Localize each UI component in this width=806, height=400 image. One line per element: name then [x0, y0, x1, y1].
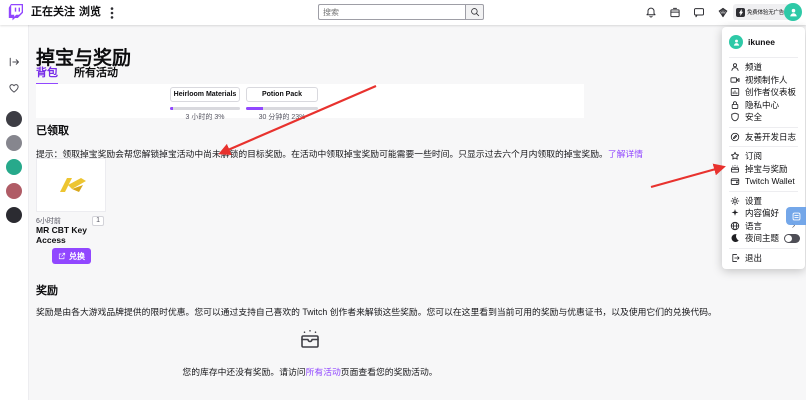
- widget-icon: [791, 211, 802, 222]
- menu-divider: [729, 127, 798, 128]
- dashboard-icon: [730, 87, 740, 97]
- progress-label: 30 分钟的 23%: [246, 112, 318, 122]
- menu-item-settings[interactable]: 设置: [722, 195, 805, 208]
- menu-item-video-producer[interactable]: 视频制作人: [722, 74, 805, 87]
- star-icon: [730, 151, 740, 161]
- menu-item-safety[interactable]: 安全: [722, 111, 805, 124]
- claimed-count-badge: 1: [92, 216, 104, 226]
- external-link-icon: [58, 252, 66, 260]
- game-logo: [53, 175, 89, 195]
- empty-state-caption: 您的库存中还没有奖励。请访问所有活动页面查看您的奖励活动。: [36, 365, 584, 378]
- menu-item-dark-theme[interactable]: 夜间主题: [722, 232, 805, 245]
- moon-icon: [730, 233, 740, 243]
- menu-divider: [729, 146, 798, 147]
- claimed-drop-title: MR CBT Key Access: [36, 226, 104, 246]
- inbox-icon[interactable]: [669, 6, 681, 19]
- channel-avatar[interactable]: [6, 207, 22, 223]
- menu-divider: [729, 248, 798, 249]
- camera-icon: [730, 75, 740, 85]
- followed-channels-heart-icon[interactable]: [8, 82, 20, 94]
- campaign-name[interactable]: Potion Pack: [246, 87, 318, 102]
- menu-item-creator-dashboard[interactable]: 创作者仪表板: [722, 86, 805, 99]
- tab-all-campaigns[interactable]: 所有活动: [74, 64, 118, 85]
- tab-bar: 背包 所有活动: [36, 64, 118, 85]
- empty-box-icon: [298, 328, 322, 352]
- menu-divider: [729, 57, 798, 58]
- menu-item-dev-log[interactable]: 友善开发日志: [722, 131, 805, 144]
- search-button[interactable]: [465, 4, 484, 20]
- exit-icon: [730, 253, 740, 263]
- channel-avatar[interactable]: [6, 183, 22, 199]
- collapse-sidebar-icon[interactable]: [8, 56, 20, 68]
- active-drops-band: Heirloom Materials 3 小时的 3% Potion Pack …: [36, 84, 584, 118]
- notifications-icon[interactable]: [645, 6, 657, 19]
- redeem-button[interactable]: 兑换: [52, 248, 91, 264]
- claimed-drop-image[interactable]: [36, 158, 106, 212]
- tab-inventory[interactable]: 背包: [36, 64, 58, 85]
- menu-user-row[interactable]: ikunee: [722, 30, 805, 54]
- menu-item-subscriptions[interactable]: 订阅: [722, 150, 805, 163]
- sparkle-icon: [730, 208, 740, 218]
- channel-avatar[interactable]: [6, 159, 22, 175]
- rewards-section-heading: 奖励: [36, 282, 58, 298]
- globe-icon: [730, 221, 740, 231]
- rewards-description: 奖励是由各大游戏品牌提供的限时优惠。您可以通过支持自己喜欢的 Twitch 创作…: [36, 305, 717, 318]
- menu-item-channel[interactable]: 频道: [722, 61, 805, 74]
- nav-browse[interactable]: 浏览: [79, 0, 101, 25]
- menu-item-wallet[interactable]: Twitch Wallet: [722, 175, 805, 188]
- campaign-name[interactable]: Heirloom Materials: [170, 87, 240, 102]
- annotation-arrow-drops-menu: [651, 167, 723, 187]
- search-input[interactable]: [318, 4, 465, 20]
- twitch-logo[interactable]: [8, 4, 24, 21]
- menu-item-drops-rewards[interactable]: 掉宝与奖励: [722, 163, 805, 176]
- top-navigation-bar: 正在关注 浏览 免费体验无广告观赏: [0, 0, 806, 25]
- floating-widget[interactable]: [786, 207, 806, 225]
- more-menu-icon[interactable]: [110, 7, 114, 19]
- user-icon: [730, 62, 740, 72]
- learn-more-link[interactable]: 了解详情: [608, 149, 643, 159]
- menu-username: ikunee: [748, 37, 775, 47]
- all-campaigns-link[interactable]: 所有活动: [306, 367, 341, 377]
- progress-bar: [246, 107, 318, 110]
- menu-avatar: [729, 35, 743, 49]
- user-dropdown-menu: ikunee 频道 视频制作人 创作者仪表板 隐私中心 安全 友善开发日志: [722, 27, 805, 269]
- search-bar: [318, 4, 484, 20]
- rewards-empty-state: 您的库存中还没有奖励。请访问所有活动页面查看您的奖励活动。: [36, 328, 584, 378]
- campaign-progress-card[interactable]: Potion Pack 30 分钟的 23%: [246, 87, 318, 122]
- search-icon: [470, 7, 480, 17]
- shield-icon: [730, 112, 740, 122]
- turbo-icon: [736, 8, 745, 17]
- person-icon: [732, 38, 741, 47]
- lock-icon: [730, 100, 740, 110]
- channel-avatar[interactable]: [6, 135, 22, 151]
- pencil-circle-icon: [730, 132, 740, 142]
- person-icon: [788, 7, 799, 18]
- bits-icon[interactable]: [717, 6, 729, 19]
- menu-item-privacy-center[interactable]: 隐私中心: [722, 99, 805, 112]
- user-avatar[interactable]: [784, 3, 802, 21]
- progress-bar: [170, 107, 240, 110]
- claimed-description: 提示：领取掉宝奖励会帮您解锁掉宝活动中尚未解锁的目标奖励。在活动中领取掉宝奖励可…: [36, 147, 643, 160]
- gear-icon: [730, 196, 740, 206]
- nav-following[interactable]: 正在关注: [31, 0, 75, 25]
- dark-theme-toggle[interactable]: [784, 234, 800, 243]
- twitch-drops-page: 正在关注 浏览 免费体验无广告观赏: [0, 0, 806, 400]
- collapsed-sidebar: [0, 25, 29, 400]
- whispers-icon[interactable]: [693, 6, 705, 19]
- channel-avatar[interactable]: [6, 111, 22, 127]
- menu-divider: [729, 191, 798, 192]
- wallet-icon: [730, 176, 740, 186]
- claimed-section-heading: 已领取: [36, 122, 69, 138]
- menu-item-log-out[interactable]: 退出: [722, 252, 805, 265]
- drops-box-icon: [730, 164, 740, 174]
- progress-label: 3 小时的 3%: [170, 112, 240, 122]
- campaign-progress-card[interactable]: Heirloom Materials 3 小时的 3%: [170, 87, 240, 122]
